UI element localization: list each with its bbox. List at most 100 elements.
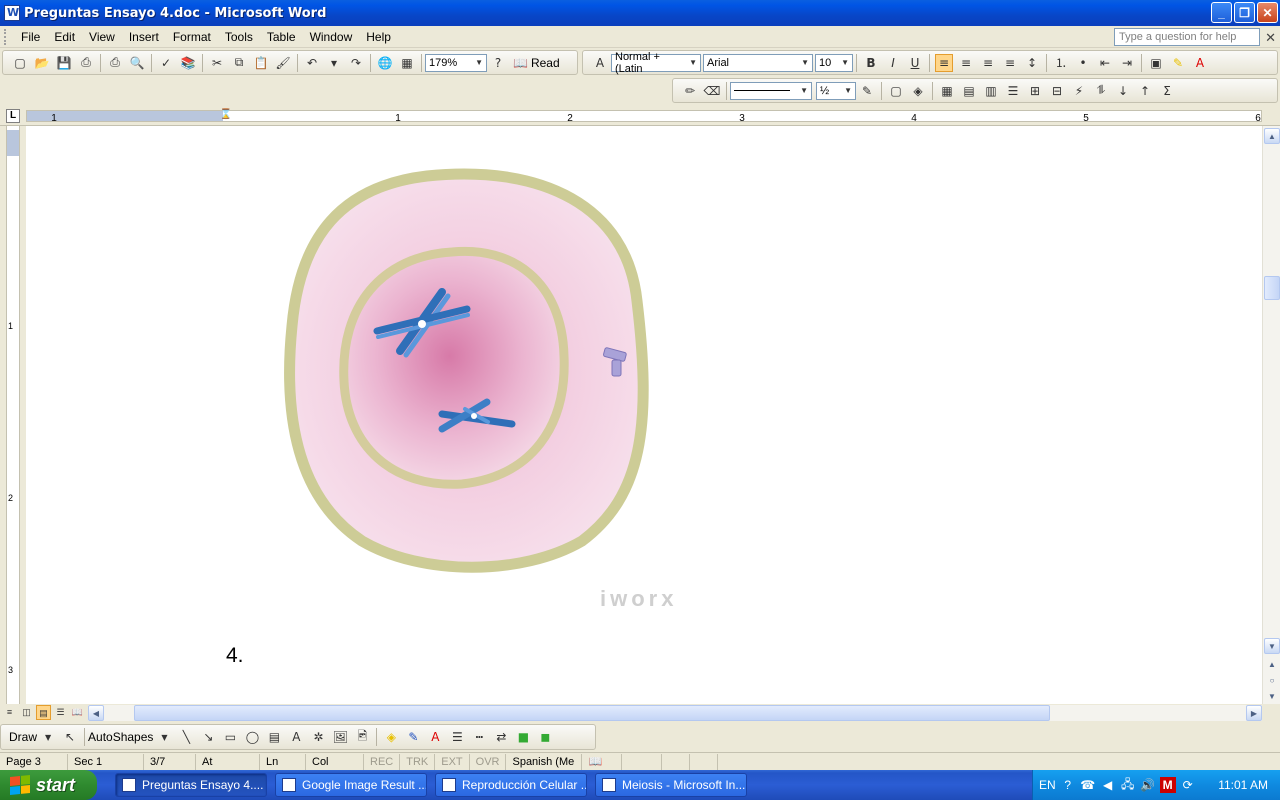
print-layout-icon[interactable]: ▤ bbox=[36, 705, 51, 720]
status-language[interactable]: Spanish (Me bbox=[506, 753, 583, 770]
spelling-status-icon[interactable]: 📖 bbox=[582, 753, 623, 770]
clock[interactable]: 11:01 AM bbox=[1218, 778, 1268, 792]
autosum-icon[interactable]: Σ bbox=[1158, 82, 1176, 100]
scroll-left-icon[interactable]: ◀ bbox=[88, 705, 104, 721]
eraser-icon[interactable]: ⌫ bbox=[703, 82, 721, 100]
undo-icon[interactable]: ↶ bbox=[303, 54, 321, 72]
italic-icon[interactable]: I bbox=[884, 54, 902, 72]
copy-icon[interactable]: ⧉ bbox=[230, 54, 248, 72]
highlight-icon[interactable]: ✎ bbox=[1169, 54, 1187, 72]
cell-diagram-image[interactable]: iworx bbox=[282, 156, 702, 626]
toolbar-grip[interactable] bbox=[4, 28, 8, 45]
increase-indent-icon[interactable]: ⇥ bbox=[1118, 54, 1136, 72]
insert-table-icon[interactable]: ▦ bbox=[938, 82, 956, 100]
undo-dropdown-icon[interactable]: ▾ bbox=[325, 54, 343, 72]
line-weight-select[interactable]: ½ ▼ bbox=[816, 81, 856, 100]
diagram-icon[interactable]: ✲ bbox=[309, 728, 327, 746]
help-tray-icon[interactable]: ? bbox=[1060, 777, 1076, 793]
text-box-icon[interactable]: ▤ bbox=[265, 728, 283, 746]
text-direction-icon[interactable]: ⥮ bbox=[1092, 82, 1110, 100]
restore-button[interactable]: ❐ bbox=[1234, 2, 1255, 23]
print-preview-icon[interactable]: 🔍 bbox=[128, 54, 146, 72]
bold-icon[interactable]: B bbox=[862, 54, 880, 72]
menu-table[interactable]: Table bbox=[260, 30, 303, 44]
research-icon[interactable]: 📚 bbox=[179, 54, 197, 72]
numbering-icon[interactable]: ⒈ bbox=[1052, 54, 1070, 72]
align-center-icon[interactable]: ≡ bbox=[957, 54, 975, 72]
menu-tools[interactable]: Tools bbox=[218, 30, 260, 44]
styles-icon[interactable]: A bbox=[591, 54, 609, 72]
task-word-document[interactable]: Preguntas Ensayo 4.... bbox=[115, 773, 267, 797]
outline-view-icon[interactable]: ☰ bbox=[53, 705, 68, 720]
next-page-icon[interactable]: ▼ bbox=[1264, 688, 1280, 704]
line-style-select[interactable]: ▼ bbox=[730, 81, 812, 100]
style-select[interactable]: Normal + (Latin ▼ bbox=[611, 51, 701, 75]
wordart-icon[interactable]: A bbox=[287, 728, 305, 746]
autoshapes-menu[interactable]: AutoShapes bbox=[88, 730, 153, 744]
print-icon[interactable]: ⎙ bbox=[106, 54, 124, 72]
help-icon[interactable]: ? bbox=[489, 54, 507, 72]
new-document-icon[interactable]: ▢ bbox=[11, 54, 29, 72]
menu-window[interactable]: Window bbox=[303, 30, 360, 44]
hyperlink-icon[interactable]: 🌐 bbox=[376, 54, 394, 72]
help-search-input[interactable]: Type a question for help bbox=[1114, 28, 1260, 46]
language-indicator[interactable]: EN bbox=[1039, 778, 1056, 792]
sort-descending-icon[interactable]: ↑ bbox=[1136, 82, 1154, 100]
menu-file[interactable]: File bbox=[14, 30, 47, 44]
line-spacing-icon[interactable]: ↕ bbox=[1023, 54, 1041, 72]
font-color-icon[interactable]: A bbox=[1191, 54, 1209, 72]
border-color-icon[interactable]: ✎ bbox=[858, 82, 876, 100]
menu-edit[interactable]: Edit bbox=[47, 30, 82, 44]
reading-layout-icon[interactable]: 📖 bbox=[70, 705, 85, 720]
open-folder-icon[interactable]: 📂 bbox=[33, 54, 51, 72]
font-select[interactable]: Arial ▼ bbox=[703, 53, 813, 72]
select-browse-object-icon[interactable]: ○ bbox=[1264, 672, 1280, 688]
font-size-select[interactable]: 10 ▼ bbox=[815, 53, 853, 72]
clip-art-icon[interactable]: 🖼 bbox=[331, 728, 349, 746]
shading-icon[interactable]: ◈ bbox=[909, 82, 927, 100]
autoformat-icon[interactable]: ⚡ bbox=[1070, 82, 1088, 100]
scroll-down-icon[interactable]: ▼ bbox=[1264, 638, 1280, 654]
dash-style-icon[interactable]: ┅ bbox=[470, 728, 488, 746]
horizontal-scrollbar[interactable]: ◀ ▶ bbox=[88, 705, 1262, 721]
document-area[interactable]: iworx 4. bbox=[26, 126, 1262, 704]
menu-format[interactable]: Format bbox=[166, 30, 218, 44]
tables-borders-icon[interactable]: ▦ bbox=[398, 54, 416, 72]
start-button[interactable]: start bbox=[0, 770, 97, 800]
arrow-style-icon[interactable]: ⇄ bbox=[492, 728, 510, 746]
horizontal-scroll-thumb[interactable] bbox=[134, 705, 1050, 721]
line-icon[interactable]: ╲ bbox=[177, 728, 195, 746]
spelling-icon[interactable]: ✓ bbox=[157, 54, 175, 72]
task-google-image[interactable]: Google Image Result ... bbox=[275, 773, 427, 797]
shadow-style-icon[interactable]: ■ bbox=[514, 728, 532, 746]
merge-cells-icon[interactable]: ▤ bbox=[960, 82, 978, 100]
antivirus-icon[interactable]: M bbox=[1159, 777, 1176, 793]
bullets-icon[interactable]: • bbox=[1074, 54, 1092, 72]
word-app-icon[interactable] bbox=[4, 5, 20, 21]
volume-icon[interactable]: 🔊 bbox=[1140, 777, 1156, 793]
select-objects-icon[interactable]: ↖ bbox=[61, 728, 79, 746]
sort-ascending-icon[interactable]: ↓ bbox=[1114, 82, 1132, 100]
borders-icon[interactable]: ▣ bbox=[1147, 54, 1165, 72]
previous-page-icon[interactable]: ▲ bbox=[1264, 656, 1280, 672]
vertical-scrollbar[interactable]: ▲ ▼ ▲ ○ ▼ bbox=[1262, 126, 1280, 704]
read-button[interactable]: 📖 Read bbox=[509, 56, 564, 70]
normal-view-icon[interactable]: ≡ bbox=[2, 705, 17, 720]
menu-help[interactable]: Help bbox=[359, 30, 398, 44]
vertical-scroll-thumb[interactable] bbox=[1264, 276, 1280, 300]
draw-font-color-icon[interactable]: A bbox=[426, 728, 444, 746]
zoom-select[interactable]: 179% ▼ bbox=[425, 53, 487, 72]
outside-border-icon[interactable]: ▢ bbox=[887, 82, 905, 100]
distribute-rows-icon[interactable]: ⊞ bbox=[1026, 82, 1044, 100]
save-icon[interactable]: 💾 bbox=[55, 54, 73, 72]
format-painter-icon[interactable]: 🖌 bbox=[274, 54, 292, 72]
status-ovr[interactable]: OVR bbox=[470, 753, 507, 770]
cut-icon[interactable]: ✂ bbox=[208, 54, 226, 72]
fill-color-icon[interactable]: ◈ bbox=[382, 728, 400, 746]
scroll-up-icon[interactable]: ▲ bbox=[1264, 128, 1280, 144]
arrow-icon[interactable]: ↘ bbox=[199, 728, 217, 746]
align-right-icon[interactable]: ≡ bbox=[979, 54, 997, 72]
paste-icon[interactable]: 📋 bbox=[252, 54, 270, 72]
task-reproduccion[interactable]: Reproducción Celular ... bbox=[435, 773, 587, 797]
permission-icon[interactable]: ⎙ bbox=[77, 54, 95, 72]
